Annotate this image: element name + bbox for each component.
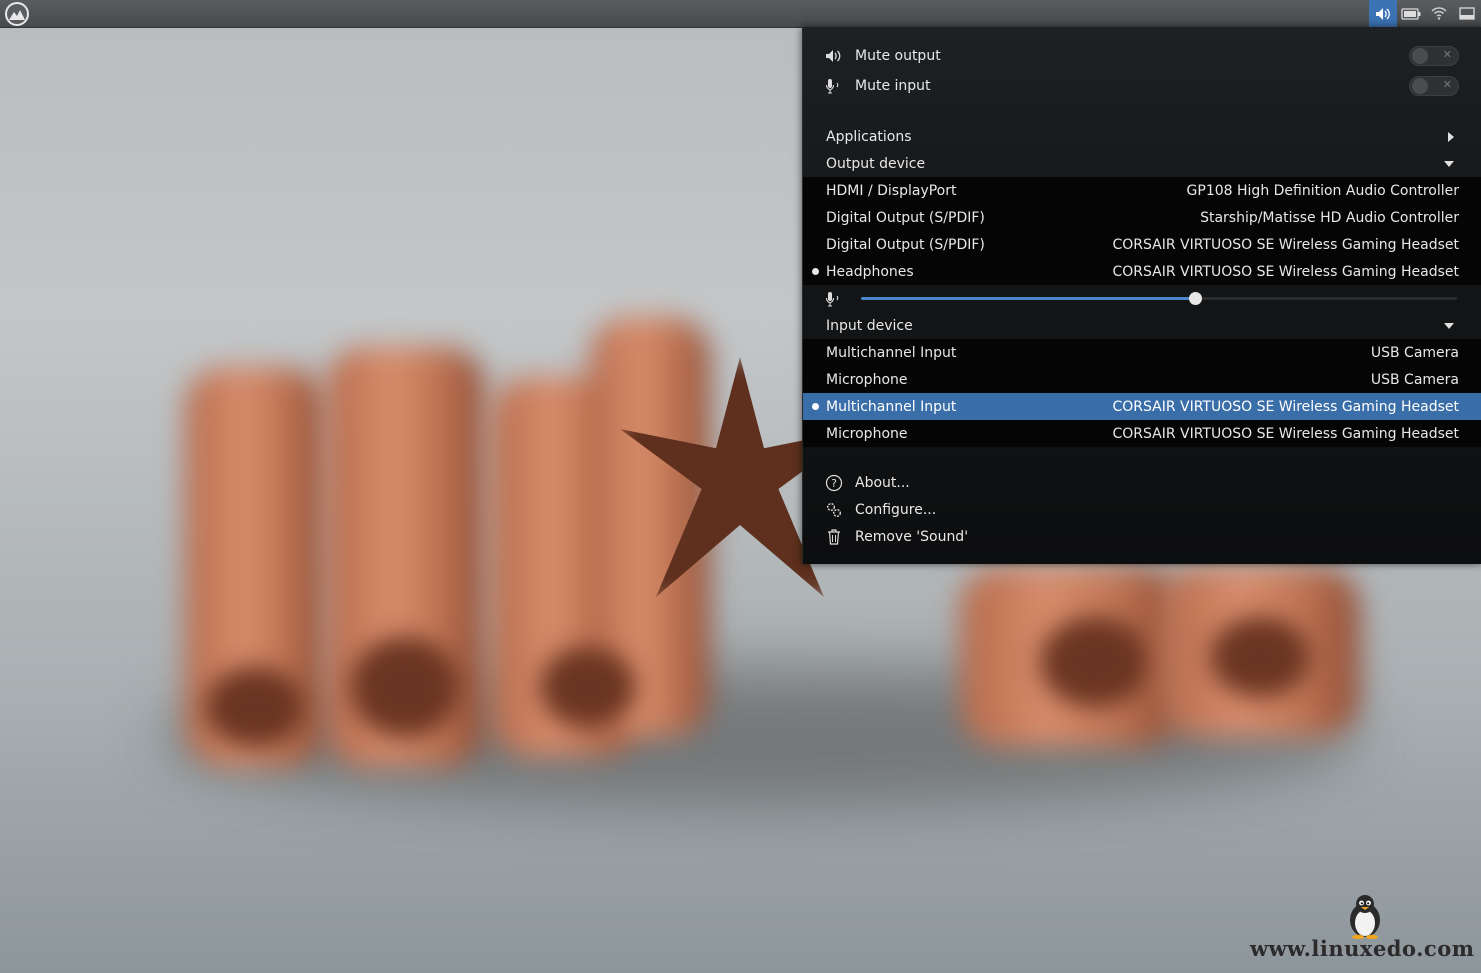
gears-icon [825,501,843,519]
about-label: About... [855,474,910,491]
output-device-hardware: CORSAIR VIRTUOSO SE Wireless Gaming Head… [1112,263,1459,280]
output-device-name: Digital Output (S/PDIF) [826,236,985,253]
applications-submenu[interactable]: Applications [803,123,1481,150]
speaker-icon [825,47,843,65]
tux-penguin-logo [1346,893,1384,940]
input-device-item[interactable]: Microphone CORSAIR VIRTUOSO SE Wireless … [803,420,1481,447]
input-device-hardware: CORSAIR VIRTUOSO SE Wireless Gaming Head… [1112,398,1459,415]
output-device-hardware: Starship/Matisse HD Audio Controller [1200,209,1459,226]
mute-output-switch[interactable]: ✕ [1409,45,1459,66]
configure-menu-item[interactable]: Configure... [803,496,1481,523]
input-device-submenu[interactable]: Input device [803,312,1481,339]
output-device-item-active[interactable]: Headphones CORSAIR VIRTUOSO SE Wireless … [803,258,1481,285]
output-device-item[interactable]: Digital Output (S/PDIF) Starship/Matisse… [803,204,1481,231]
linux-mint-logo-icon[interactable] [4,1,30,27]
output-device-item[interactable]: Digital Output (S/PDIF) CORSAIR VIRTUOSO… [803,231,1481,258]
output-device-hardware: CORSAIR VIRTUOSO SE Wireless Gaming Head… [1112,236,1459,253]
microphone-icon [825,77,843,95]
sound-applet-menu: Mute output ✕ Mute input ✕ Applications … [802,27,1481,564]
input-device-hardware: CORSAIR VIRTUOSO SE Wireless Gaming Head… [1112,425,1459,442]
help-icon: ? [825,474,843,492]
input-device-hardware: USB Camera [1370,371,1459,388]
mute-output-label: Mute output [855,47,941,64]
output-device-name: Digital Output (S/PDIF) [826,209,985,226]
output-device-name: Headphones [826,263,914,280]
output-device-submenu[interactable]: Output device [803,150,1481,177]
input-device-name: Multichannel Input [826,344,957,361]
output-device-hardware: GP108 High Definition Audio Controller [1186,182,1459,199]
about-menu-item[interactable]: ? About... [803,469,1481,496]
configure-label: Configure... [855,501,937,518]
active-bullet-icon [812,403,819,410]
mute-output-row[interactable]: Mute output ✕ [803,42,1481,69]
input-device-name: Multichannel Input [826,398,957,415]
input-volume-slider[interactable] [861,292,1457,305]
slider-handle[interactable] [1188,292,1202,305]
output-device-item[interactable]: HDMI / DisplayPort GP108 High Definition… [803,177,1481,204]
mute-input-row[interactable]: Mute input ✕ [803,72,1481,99]
input-device-hardware: USB Camera [1370,344,1459,361]
top-panel [0,0,1481,28]
mute-input-switch[interactable]: ✕ [1409,75,1459,96]
input-volume-row [803,285,1481,312]
input-device-name: Microphone [826,371,908,388]
input-device-label: Input device [826,317,913,334]
active-bullet-icon [812,268,819,275]
chevron-down-icon [1444,322,1454,329]
output-device-label: Output device [826,155,926,172]
wifi-icon[interactable] [1425,0,1453,27]
input-device-item[interactable]: Microphone USB Camera [803,366,1481,393]
svg-text:?: ? [831,477,837,490]
applications-label: Applications [826,128,912,145]
system-tray [1369,0,1481,27]
mute-input-label: Mute input [855,77,931,94]
chevron-right-icon [1448,131,1454,142]
trash-icon [825,528,843,546]
microphone-icon [825,290,843,308]
show-desktop-icon[interactable] [1453,0,1481,27]
input-device-name: Microphone [826,425,908,442]
output-device-name: HDMI / DisplayPort [826,182,957,199]
remove-applet-menu-item[interactable]: Remove 'Sound' [803,523,1481,550]
battery-icon[interactable] [1397,0,1425,27]
input-device-item-active[interactable]: Multichannel Input CORSAIR VIRTUOSO SE W… [803,393,1481,420]
chevron-down-icon [1444,160,1454,167]
input-device-item[interactable]: Multichannel Input USB Camera [803,339,1481,366]
watermark-text: www.linuxedo.com [1250,936,1475,961]
remove-label: Remove 'Sound' [855,528,969,545]
volume-icon[interactable] [1369,0,1397,27]
